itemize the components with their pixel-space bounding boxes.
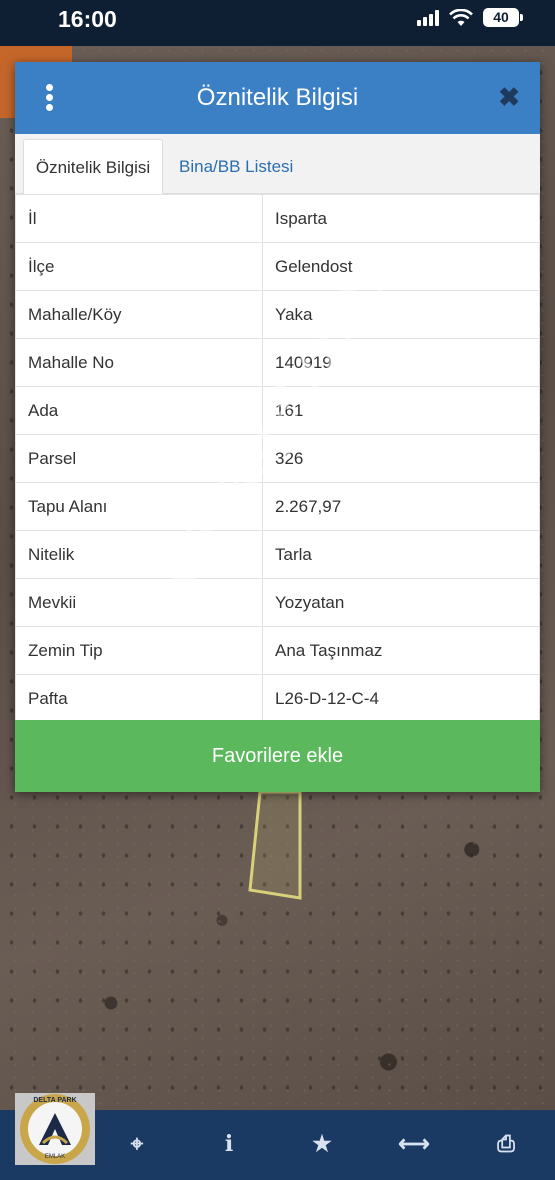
table-row: İlçe Gelendost — [15, 242, 540, 291]
attribute-value: 161 — [262, 386, 540, 435]
attribute-value: Gelendost — [262, 242, 540, 291]
table-row: İl Isparta — [15, 194, 540, 243]
attribute-value: Ana Taşınmaz — [262, 626, 540, 675]
attribute-key: Pafta — [15, 674, 263, 723]
attribute-value: 326 — [262, 434, 540, 483]
tab-building-list[interactable]: Bina/BB Listesi — [167, 139, 305, 194]
company-logo: DELTA PARK EMLAK — [15, 1093, 95, 1165]
attribute-key: Mahalle/Köy — [15, 290, 263, 339]
attribute-value: 140919 — [262, 338, 540, 387]
table-row: Pafta L26-D-12-C-4 — [15, 674, 540, 723]
logo-emblem — [28, 1102, 82, 1156]
table-row: Mevkii Yozyatan — [15, 578, 540, 627]
logo-top-text: DELTA PARK — [33, 1097, 77, 1104]
battery-icon: 40 — [483, 8, 523, 27]
attribute-table: İl Isparta İlçe Gelendost Mahalle/Köy Yaka Mah… — [15, 194, 540, 723]
table-row: Nitelik Tarla — [15, 530, 540, 579]
attribute-key: Ada — [15, 386, 263, 435]
tab-bar: Öznitelik Bilgisi Bina/BB Listesi — [15, 134, 540, 194]
status-bar: 16:00 40 — [0, 0, 555, 46]
table-row: Tapu Alanı 2.267,97 — [15, 482, 540, 531]
table-row: Mahalle/Köy Yaka — [15, 290, 540, 339]
star-icon[interactable]: ★ — [306, 1128, 338, 1160]
parcel-outline[interactable] — [245, 790, 310, 905]
table-row: Parsel 326 — [15, 434, 540, 483]
attribute-key: Mahalle No — [15, 338, 263, 387]
status-time: 16:00 — [58, 6, 117, 32]
close-icon: ✖ — [498, 82, 520, 112]
table-row: Mahalle No 140919 — [15, 338, 540, 387]
attribute-key: İlçe — [15, 242, 263, 291]
dialog-header: Öznitelik Bilgisi ✖ — [15, 62, 540, 134]
add-favorite-button[interactable]: Favorilere ekle — [15, 720, 540, 792]
attribute-key: Zemin Tip — [15, 626, 263, 675]
logo-bottom-text: EMLAK — [44, 1154, 66, 1160]
attribute-key: Mevkii — [15, 578, 263, 627]
attribute-value: 2.267,97 — [262, 482, 540, 531]
table-row: Ada 161 — [15, 386, 540, 435]
tab-attribute-info[interactable]: Öznitelik Bilgisi — [23, 139, 163, 194]
attribute-dialog: Öznitelik Bilgisi ✖ Öznitelik Bilgisi Bi… — [15, 62, 540, 792]
attribute-key: Parsel — [15, 434, 263, 483]
attribute-value: Isparta — [262, 194, 540, 243]
wifi-icon — [449, 8, 473, 26]
dialog-title: Öznitelik Bilgisi — [196, 84, 359, 111]
measure-icon[interactable]: ⟷ — [398, 1128, 430, 1160]
attribute-key: Nitelik — [15, 530, 263, 579]
attribute-value: Tarla — [262, 530, 540, 579]
attribute-value: L26-D-12-C-4 — [262, 674, 540, 723]
table-row: Zemin Tip Ana Taşınmaz — [15, 626, 540, 675]
logo-seal: DELTA PARK EMLAK — [20, 1094, 90, 1164]
logo-a-icon — [39, 1113, 71, 1145]
attribute-value: Yozyatan — [262, 578, 540, 627]
print-icon[interactable]: ⎙ — [490, 1128, 522, 1160]
info-icon[interactable]: i — [213, 1128, 245, 1160]
signal-icon — [417, 9, 439, 26]
locate-icon[interactable]: ⌖ — [121, 1128, 153, 1160]
attribute-key: İl — [15, 194, 263, 243]
close-button[interactable]: ✖ — [498, 84, 520, 110]
status-icons: 40 — [417, 8, 523, 27]
attribute-key: Tapu Alanı — [15, 482, 263, 531]
attribute-value: Yaka — [262, 290, 540, 339]
